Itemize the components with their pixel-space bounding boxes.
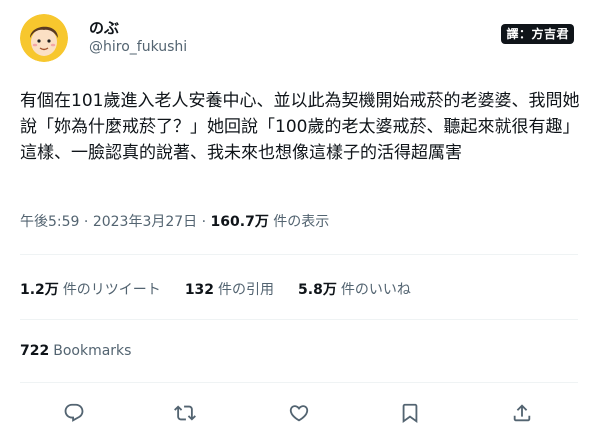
- tweet-meta: 午後5:59 · 2023年3月27日 · 160.7万 件の表示: [20, 211, 329, 231]
- retweets-count: 1.2万: [20, 282, 59, 298]
- bookmarks-stat[interactable]: 722 Bookmarks: [20, 343, 131, 359]
- retweets-stat[interactable]: 1.2万 件のリツイート: [20, 279, 161, 299]
- share-icon: [513, 404, 531, 422]
- quotes-count: 132: [184, 282, 215, 298]
- engagement-stats: 1.2万 件のリツイート 132 件の引用 5.8万 件のいいね: [20, 279, 411, 299]
- reply-icon: [64, 403, 84, 422]
- meta-separator: ·: [83, 214, 89, 230]
- likes-label: 件のいいね: [340, 282, 411, 298]
- retweet-button[interactable]: [170, 398, 200, 428]
- tweet-date[interactable]: 2023年3月27日: [93, 214, 197, 230]
- likes-stat[interactable]: 5.8万 件のいいね: [298, 279, 411, 299]
- retweet-icon: [174, 405, 196, 421]
- views-label: 件の表示: [273, 214, 330, 230]
- quotes-stat[interactable]: 132 件の引用: [185, 279, 274, 299]
- user-handle[interactable]: @hiro_fukushi: [89, 39, 187, 55]
- views-count: 160.7万: [210, 214, 269, 230]
- bookmarks-label: Bookmarks: [53, 343, 132, 359]
- divider: [20, 319, 578, 320]
- likes-count: 5.8万: [298, 282, 337, 298]
- like-button[interactable]: [284, 398, 314, 428]
- reply-button[interactable]: [59, 398, 89, 428]
- divider: [20, 382, 578, 383]
- translator-badge: 譯：方吉君: [501, 24, 574, 44]
- display-name[interactable]: のぶ: [89, 17, 119, 38]
- share-button[interactable]: [507, 398, 537, 428]
- retweets-label: 件のリツイート: [62, 282, 161, 298]
- meta-separator: ·: [201, 214, 207, 230]
- bookmarks-count: 722: [20, 343, 50, 359]
- tweet-time[interactable]: 午後5:59: [20, 214, 79, 230]
- tweet-text: 有個在101歲進入老人安養中心、並以此為契機開始戒菸的老婆婆、我問她說「妳為什麼…: [20, 91, 580, 163]
- heart-icon: [289, 405, 309, 422]
- action-bar: [0, 398, 598, 428]
- avatar-image: [20, 14, 68, 62]
- bookmark-icon: [402, 403, 418, 424]
- avatar[interactable]: [20, 14, 68, 62]
- bookmark-button[interactable]: [395, 398, 425, 428]
- divider: [20, 254, 578, 255]
- quotes-label: 件の引用: [218, 282, 275, 298]
